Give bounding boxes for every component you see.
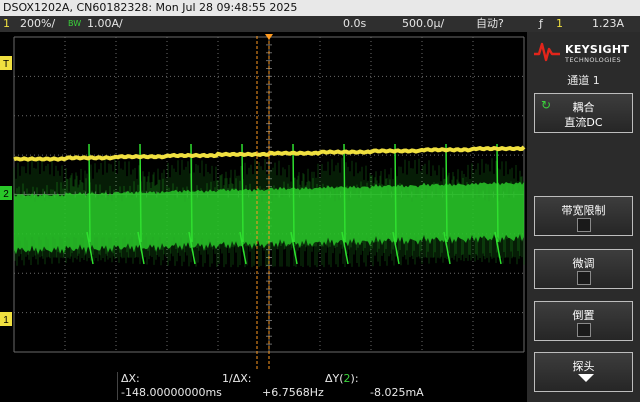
trigger-source[interactable]: 1 xyxy=(556,16,563,32)
bw-limit-softkey[interactable]: 带宽限制 xyxy=(534,196,633,236)
coupling-softkey[interactable]: ↻ 耦合 直流DC xyxy=(534,93,633,133)
delta-y-label-prefix: ΔY( xyxy=(325,372,344,385)
delta-y-label-suffix: ): xyxy=(350,372,359,385)
invert-softkey[interactable]: 倒置 xyxy=(534,301,633,341)
ch2-scale[interactable]: 1.00A/ xyxy=(87,16,123,32)
oscilloscope-screen: DSOX1202A, CN60182328: Mon Jul 28 09:48:… xyxy=(0,0,640,402)
delta-y-channel: 2 xyxy=(343,372,351,385)
title-bar: DSOX1202A, CN60182328: Mon Jul 28 09:48:… xyxy=(0,0,640,16)
time-scale[interactable]: 500.0µ/ xyxy=(402,16,444,32)
trigger-level-label: T xyxy=(3,59,9,70)
logo-name: KEYSIGHT xyxy=(565,43,630,56)
trigger-mode[interactable]: 自动? xyxy=(476,16,504,32)
chevron-down-icon xyxy=(578,374,594,382)
delta-x-label: ΔX: xyxy=(121,372,140,385)
ch1-number[interactable]: 1 xyxy=(3,16,10,32)
keysight-logo: KEYSIGHT TECHNOLOGIES xyxy=(533,40,635,64)
waveform-canvas: T 2 1 xyxy=(0,34,526,370)
fine-label: 微调 xyxy=(572,257,595,270)
status-bar: 1 200%/ BW 1.00A/ 0.0s 500.0µ/ 自动? ƒ 1 1… xyxy=(0,16,640,32)
bw-limit-tag: BW xyxy=(68,19,82,28)
probe-softkey[interactable]: 探头 xyxy=(534,352,633,392)
delta-y-label: ΔY(2): xyxy=(325,372,359,385)
probe-label: 探头 xyxy=(572,360,595,373)
delta-y-value: -8.025mA xyxy=(370,386,424,399)
delta-x-value: -148.00000000ms xyxy=(121,386,222,399)
fine-softkey[interactable]: 微调 xyxy=(534,249,633,289)
inverse-delta-x-label: 1/ΔX: xyxy=(222,372,252,385)
keysight-wave-icon xyxy=(534,42,560,62)
invert-label: 倒置 xyxy=(572,309,595,322)
logo-subtitle: TECHNOLOGIES xyxy=(565,56,621,64)
bw-limit-label: 带宽限制 xyxy=(561,204,606,217)
coupling-label: 耦合 xyxy=(572,101,595,114)
coupling-value: 直流DC xyxy=(564,116,603,129)
time-delay[interactable]: 0.0s xyxy=(343,16,366,32)
trigger-edge-icon: ƒ xyxy=(539,17,543,30)
waveform-display[interactable]: T 2 1 xyxy=(0,32,527,370)
menu-title: 通道 1 xyxy=(567,74,600,87)
fine-checkbox[interactable] xyxy=(577,271,591,285)
softkey-panel: KEYSIGHT TECHNOLOGIES 通道 1 ↻ 耦合 直流DC 带宽限… xyxy=(527,32,640,402)
ch2-ground-label: 2 xyxy=(3,189,9,200)
invert-checkbox[interactable] xyxy=(577,323,591,337)
bw-limit-checkbox[interactable] xyxy=(577,218,591,232)
readout-divider xyxy=(117,372,118,400)
cursor-readout: ΔX: -148.00000000ms 1/ΔX: +6.7568Hz ΔY(2… xyxy=(0,370,527,402)
trigger-level[interactable]: 1.23A xyxy=(592,16,624,32)
inverse-delta-x-value: +6.7568Hz xyxy=(262,386,324,399)
ch1-ground-label: 1 xyxy=(3,315,9,326)
ch1-scale[interactable]: 200%/ xyxy=(20,16,55,32)
